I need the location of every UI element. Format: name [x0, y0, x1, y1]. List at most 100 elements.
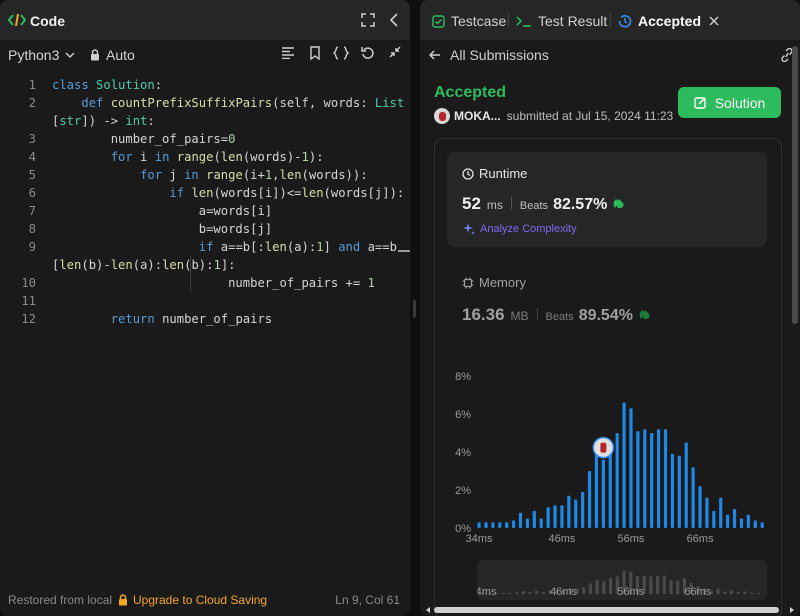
bar — [677, 455, 681, 528]
format-icon[interactable] — [281, 47, 295, 59]
mini-bar — [541, 592, 546, 594]
username[interactable]: MOKA... — [454, 109, 501, 123]
y-tick-label: 4% — [455, 447, 471, 459]
clap-icon — [638, 307, 652, 320]
result-tabs: Testcase Test Result Accepted — [420, 0, 800, 40]
bar — [663, 429, 668, 528]
code-text: for i in range(len(words)-1): — [110, 150, 324, 164]
divider — [510, 197, 512, 209]
status-bar: Restored from local Upgrade to Cloud Sav… — [0, 584, 410, 616]
collapse-left-icon[interactable] — [389, 13, 399, 27]
code-text: [str]) -> int: — [52, 114, 155, 128]
auto-mode[interactable]: Auto — [90, 47, 135, 63]
memory-value: 16.36 — [462, 305, 505, 324]
close-icon[interactable] — [709, 16, 719, 26]
line-number: 4 — [28, 150, 36, 164]
code-text: a=words[i] — [52, 204, 273, 218]
indent-guide — [190, 256, 191, 292]
code-line: [str]) -> int: — [0, 112, 400, 130]
memory-card[interactable]: Memory 16.36 MB Beats 89.54% — [447, 263, 767, 333]
code-line: 1 class Solution: — [0, 76, 400, 94]
history-icon — [618, 14, 632, 28]
back-link[interactable]: All Submissions — [429, 47, 549, 63]
x-tick-label: 56ms — [618, 533, 645, 545]
scrollbar-thumb[interactable] — [434, 607, 779, 613]
runtime-card[interactable]: Runtime 52 ms Beats 82.57% Analyze Compl… — [447, 152, 767, 247]
memory-label: Memory — [479, 275, 526, 290]
upgrade-link[interactable]: Upgrade to Cloud Saving — [118, 593, 267, 607]
bar — [691, 467, 695, 528]
vertical-scrollbar[interactable] — [792, 46, 798, 324]
mini-bar — [588, 583, 593, 594]
bar — [505, 522, 509, 528]
mini-bar — [723, 591, 727, 594]
code-line: 6 if len(words[i])<=len(words[j]): — [0, 184, 405, 202]
code-text: number_of_pairs=0 — [52, 132, 236, 146]
line-number: 5 — [28, 168, 36, 182]
horizontal-scrollbar[interactable] — [426, 606, 794, 614]
bar — [719, 497, 723, 528]
mini-bar — [736, 592, 740, 594]
mini-bar — [743, 591, 747, 594]
runtime-heading: Runtime — [462, 166, 527, 181]
scroll-left-arrow[interactable] — [426, 607, 430, 613]
bar — [518, 512, 523, 528]
result-panel: Testcase Test Result Accepted All Submis… — [420, 0, 800, 616]
tab-accepted[interactable]: Accepted — [618, 13, 719, 29]
reset-icon[interactable] — [361, 46, 375, 60]
code-text: if a==b[:len(a):1] and a==b — [198, 240, 397, 254]
bar — [546, 507, 550, 528]
runtime-distribution-chart[interactable]: 8%6%4%2%0%34ms 46ms 56ms 66ms — [435, 363, 781, 563]
analyze-complexity-link[interactable]: Analyze Complexity — [462, 222, 577, 235]
memory-beats-label: Beats — [545, 311, 574, 323]
code-text: [len(b)-len(a):len(b):1]: — [52, 258, 236, 272]
y-tick-label: 6% — [455, 409, 471, 421]
mini-bar — [716, 588, 720, 594]
mode-label: Auto — [106, 47, 135, 63]
lock-icon — [118, 594, 128, 606]
bar — [705, 497, 709, 528]
editor-toolbar: Python3 Auto — [0, 40, 410, 70]
runtime-value: 52 — [462, 194, 481, 213]
mini-bar — [582, 587, 586, 594]
bar — [760, 522, 764, 528]
submitted-time: submitted at Jul 15, 2024 11:23 — [506, 109, 674, 123]
bar — [560, 505, 564, 528]
bar — [491, 522, 495, 528]
line-number: 11 — [21, 294, 36, 308]
tab-test-result[interactable]: Test Result — [516, 13, 607, 29]
bar — [525, 518, 530, 528]
solution-button[interactable]: Solution — [678, 87, 781, 118]
bar — [594, 452, 599, 528]
bar — [511, 520, 516, 528]
code-text: def countPrefixSuffixPairs(self, words: … — [81, 96, 405, 110]
line-number: 6 — [28, 186, 36, 200]
submitter-row: MOKA... submitted at Jul 15, 2024 11:23 — [434, 108, 673, 124]
tab-testcase[interactable]: Testcase — [432, 13, 506, 29]
code-line: 3 number_of_pairs=0 — [0, 130, 400, 148]
avatar-figure — [600, 442, 607, 453]
runtime-label: Runtime — [479, 166, 528, 181]
mini-bar — [655, 575, 660, 594]
panel-resize-handle[interactable] — [413, 300, 416, 318]
minimize-icon[interactable] — [389, 46, 401, 58]
braces-icon[interactable] — [333, 46, 349, 60]
bar — [553, 505, 557, 528]
arrow-left-icon — [429, 50, 441, 60]
panel-title: Code — [30, 13, 65, 29]
bar — [615, 433, 619, 528]
mini-bar — [508, 592, 512, 594]
y-tick-label: 2% — [455, 485, 471, 497]
bar — [477, 522, 481, 528]
bar — [656, 429, 661, 528]
scroll-right-arrow[interactable] — [790, 607, 794, 613]
code-icon — [8, 12, 26, 28]
bookmark-icon[interactable] — [309, 46, 321, 60]
mini-bar — [676, 580, 680, 594]
bar — [539, 518, 543, 528]
range-selector[interactable]: 34ms 46ms 56ms 66ms — [477, 560, 767, 600]
memory-values: 16.36 MB Beats 89.54% — [462, 305, 652, 325]
editor-cursor — [398, 250, 410, 252]
fullscreen-icon[interactable] — [361, 13, 375, 27]
language-select[interactable]: Python3 — [8, 47, 75, 63]
